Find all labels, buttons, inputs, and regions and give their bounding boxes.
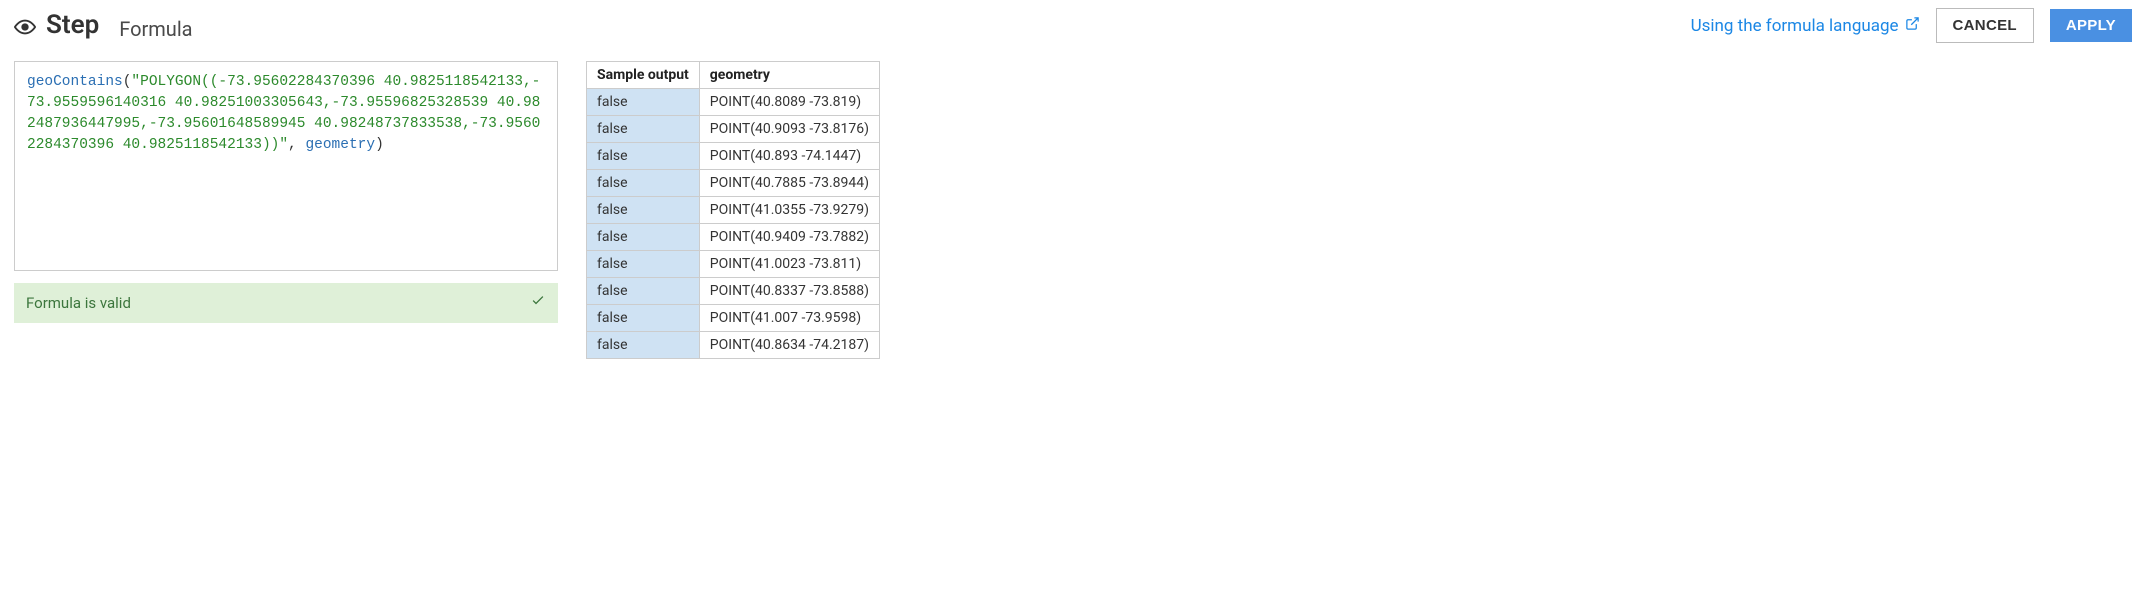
column-header-sample[interactable]: Sample output <box>587 62 700 89</box>
formula-column: geoContains("POLYGON((-73.95602284370396… <box>14 61 558 323</box>
sample-output-cell: false <box>587 116 700 143</box>
step-label: Step <box>46 10 99 40</box>
geometry-cell: POINT(40.8634 -74.2187) <box>699 332 879 359</box>
geometry-cell: POINT(40.8089 -73.819) <box>699 89 879 116</box>
table-row: falsePOINT(40.7885 -73.8944) <box>587 170 880 197</box>
table-row: falsePOINT(40.8089 -73.819) <box>587 89 880 116</box>
table-row: falsePOINT(40.9093 -73.8176) <box>587 116 880 143</box>
sample-output-cell: false <box>587 332 700 359</box>
table-row: falsePOINT(40.9409 -73.7882) <box>587 224 880 251</box>
header-right: Using the formula language CANCEL APPLY <box>1691 8 2132 43</box>
sample-output-cell: false <box>587 197 700 224</box>
table-row: falsePOINT(40.8337 -73.8588) <box>587 278 880 305</box>
page-title: Step <box>14 10 99 40</box>
preview-header-row: Sample output geometry <box>587 62 880 89</box>
sample-output-cell: false <box>587 143 700 170</box>
geometry-cell: POINT(41.0355 -73.9279) <box>699 197 879 224</box>
help-link-label: Using the formula language <box>1691 16 1899 36</box>
table-row: falsePOINT(40.8634 -74.2187) <box>587 332 880 359</box>
apply-button[interactable]: APPLY <box>2050 9 2132 42</box>
sample-output-cell: false <box>587 170 700 197</box>
external-link-icon <box>1905 16 1920 36</box>
geometry-cell: POINT(40.7885 -73.8944) <box>699 170 879 197</box>
geometry-cell: POINT(41.007 -73.9598) <box>699 305 879 332</box>
table-row: falsePOINT(41.007 -73.9598) <box>587 305 880 332</box>
content-area: geoContains("POLYGON((-73.95602284370396… <box>14 61 2132 359</box>
sample-output-cell: false <box>587 89 700 116</box>
geometry-cell: POINT(41.0023 -73.811) <box>699 251 879 278</box>
step-subtitle: Formula <box>119 17 192 41</box>
table-row: falsePOINT(41.0023 -73.811) <box>587 251 880 278</box>
table-row: falsePOINT(40.893 -74.1447) <box>587 143 880 170</box>
formula-token-function: geoContains <box>27 74 123 90</box>
formula-token-identifier: geometry <box>305 137 375 153</box>
preview-column: Sample output geometry falsePOINT(40.808… <box>586 61 832 359</box>
formula-token-comma: , <box>288 137 305 153</box>
column-header-geometry[interactable]: geometry <box>699 62 879 89</box>
eye-icon <box>14 16 36 38</box>
sample-output-cell: false <box>587 278 700 305</box>
formula-status: Formula is valid <box>14 283 558 323</box>
cancel-button[interactable]: CANCEL <box>1936 8 2034 43</box>
table-row: falsePOINT(41.0355 -73.9279) <box>587 197 880 224</box>
sample-output-cell: false <box>587 251 700 278</box>
check-icon <box>530 293 546 313</box>
formula-token-close-paren: ) <box>375 137 384 153</box>
formula-status-message: Formula is valid <box>26 294 131 312</box>
formula-editor[interactable]: geoContains("POLYGON((-73.95602284370396… <box>14 61 558 271</box>
header: Step Formula Using the formula language … <box>14 8 2132 43</box>
sample-output-cell: false <box>587 224 700 251</box>
geometry-cell: POINT(40.9409 -73.7882) <box>699 224 879 251</box>
preview-table: Sample output geometry falsePOINT(40.808… <box>586 61 880 359</box>
geometry-cell: POINT(40.9093 -73.8176) <box>699 116 879 143</box>
help-link[interactable]: Using the formula language <box>1691 16 1920 36</box>
geometry-cell: POINT(40.8337 -73.8588) <box>699 278 879 305</box>
header-left: Step Formula <box>14 10 193 41</box>
sample-output-cell: false <box>587 305 700 332</box>
geometry-cell: POINT(40.893 -74.1447) <box>699 143 879 170</box>
